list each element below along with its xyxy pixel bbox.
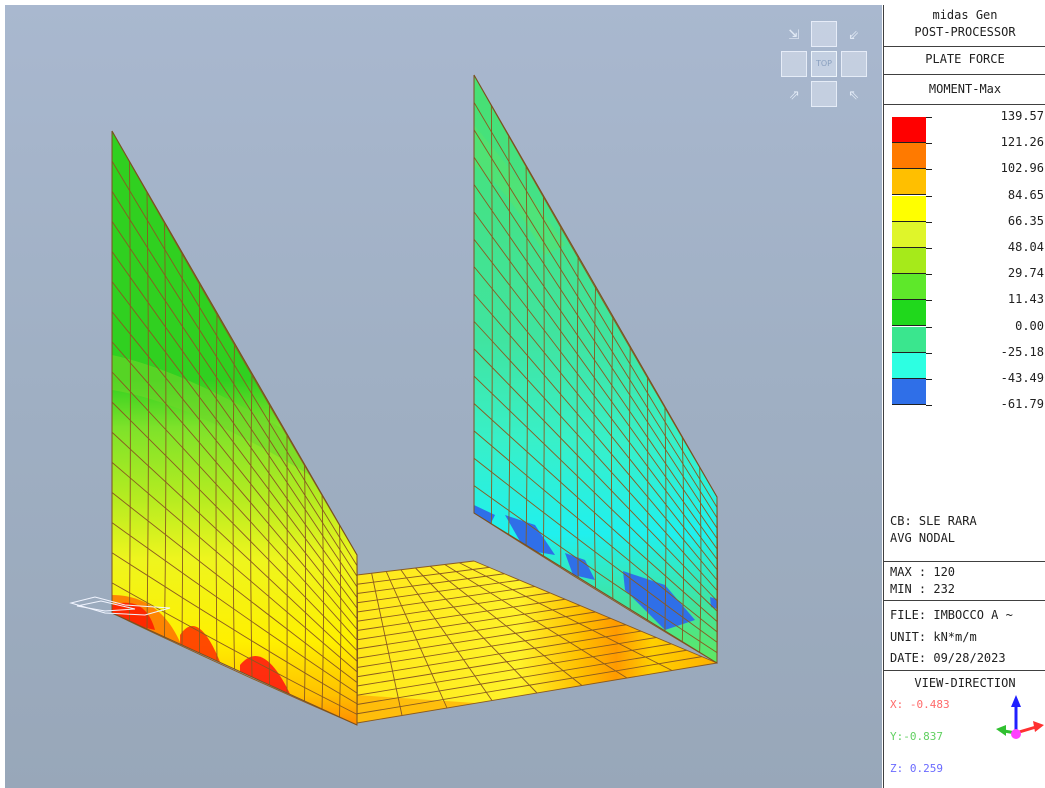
- view-cube[interactable]: ⇲ ⇙ TOP ⇗ ⇖: [781, 21, 873, 113]
- module-name: POST-PROCESSOR: [914, 25, 1016, 39]
- scale-tick: [926, 169, 932, 171]
- view-cube-corner-icon[interactable]: ⇲: [781, 21, 807, 47]
- scale-value: -61.79: [1000, 397, 1044, 412]
- scale-value: -25.18: [1000, 344, 1044, 359]
- scale-value: -43.49: [1000, 371, 1044, 385]
- scale-value: 102.96: [1000, 161, 1044, 176]
- scale-swatch: [892, 221, 926, 248]
- max-element: MAX : 120: [890, 565, 956, 579]
- view-cube-left-face[interactable]: [781, 51, 807, 77]
- scale-tick: [926, 274, 932, 276]
- model-viewport[interactable]: ⇲ ⇙ TOP ⇗ ⇖: [5, 5, 882, 788]
- scale-swatch: [892, 300, 926, 327]
- scale-value: 29.74: [1007, 266, 1044, 281]
- result-type: PLATE FORCE: [925, 52, 1005, 66]
- scale-swatch: [892, 143, 926, 170]
- scale-tick: [926, 248, 932, 249]
- view-cube-right-face[interactable]: [841, 51, 867, 77]
- scale-swatch: [892, 326, 926, 353]
- view-cube-back-face[interactable]: [811, 21, 837, 47]
- min-element: MIN : 232: [890, 582, 956, 596]
- scale-value: 139.57: [1000, 109, 1044, 123]
- scale-tick: [926, 352, 932, 354]
- scale-tick: [926, 405, 932, 407]
- scale-tick: [926, 195, 932, 197]
- date-label: DATE: 09/28/2023: [890, 651, 1006, 665]
- view-cube-corner-icon[interactable]: ⇙: [841, 21, 867, 47]
- scale-tick: [926, 117, 932, 118]
- view-cube-front-face[interactable]: [811, 81, 837, 107]
- scale-swatch: [892, 352, 926, 379]
- scale-tick: [926, 300, 932, 302]
- view-direction-y: Y:-0.837: [890, 730, 943, 743]
- plate-force-contour-model: [69, 74, 719, 726]
- load-combination: CB: SLE RARA: [890, 514, 977, 528]
- view-direction-title: VIEW-DIRECTION: [914, 676, 1016, 690]
- result-legend-panel: midas Gen POST-PROCESSOR PLATE FORCE MOM…: [883, 5, 1045, 788]
- scale-value: 48.04: [1007, 240, 1044, 254]
- scale-value: 66.35: [1007, 213, 1044, 228]
- axis-triad-icon: [996, 695, 1044, 739]
- scale-value: 121.26: [1000, 135, 1044, 150]
- unit-label: UNIT: kN*m/m: [890, 630, 977, 644]
- scale-swatch: [892, 195, 926, 222]
- scale-value: 84.65: [1007, 187, 1044, 202]
- scale-tick: [926, 221, 932, 223]
- scale-tick: [926, 326, 932, 328]
- scale-tick: [926, 379, 932, 380]
- scale-value: 11.43: [1007, 292, 1044, 307]
- app-name: midas Gen: [932, 8, 998, 22]
- averaging-method: AVG NODAL: [890, 531, 956, 545]
- scale-value: 0.00: [1015, 318, 1044, 333]
- result-component: MOMENT-Max: [928, 82, 1002, 96]
- view-cube-top-face[interactable]: TOP: [811, 51, 837, 77]
- view-cube-corner-icon[interactable]: ⇖: [841, 81, 867, 107]
- midas-gen-window: ⇲ ⇙ TOP ⇗ ⇖ midas Gen POST-PROCESSOR PLA…: [0, 0, 1045, 788]
- scale-swatch: [892, 274, 926, 301]
- scale-tick: [926, 143, 932, 145]
- view-direction-x: X: -0.483: [890, 698, 950, 711]
- scale-swatch: [892, 169, 926, 196]
- scale-swatch: [892, 379, 926, 405]
- scale-swatch: [892, 248, 926, 274]
- file-name: FILE: IMBOCCO A ~: [890, 608, 1013, 622]
- view-direction-z: Z: 0.259: [890, 762, 943, 775]
- scale-swatch: [892, 117, 926, 143]
- view-cube-corner-icon[interactable]: ⇗: [781, 81, 807, 107]
